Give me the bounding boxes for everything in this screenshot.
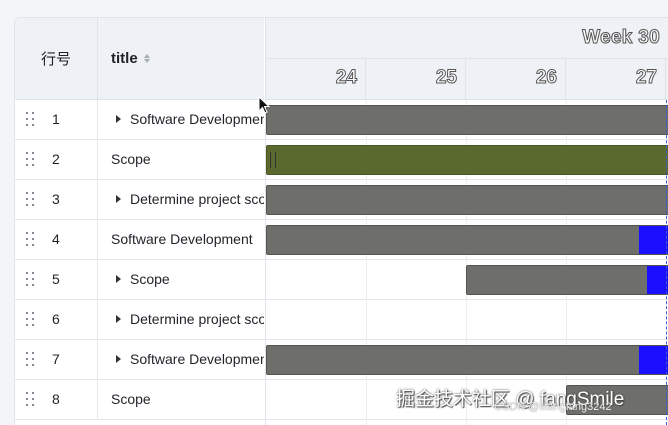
expand-icon[interactable] — [116, 315, 121, 323]
timeline-header: Week 30 24 25 26 27 — [265, 18, 668, 100]
day-cell: 26 — [466, 59, 566, 100]
column-header-row-no[interactable]: 行号 — [15, 18, 98, 99]
drag-handle-icon[interactable] — [26, 272, 36, 288]
expand-icon[interactable] — [116, 275, 121, 283]
progress-fill — [647, 266, 668, 294]
row-number: 5 — [52, 271, 60, 287]
expand-icon[interactable] — [116, 115, 121, 123]
day-cell: 24 — [266, 59, 366, 100]
sort-icon[interactable] — [143, 54, 151, 63]
table-header: 行号 title — [15, 18, 264, 100]
column-header-title[interactable]: title — [98, 18, 264, 99]
row-number: 7 — [52, 351, 60, 367]
row-number: 3 — [52, 191, 60, 207]
expand-icon[interactable] — [116, 355, 121, 363]
task-title: Scope — [111, 151, 151, 167]
week-label: Week 30 — [582, 27, 661, 49]
gantt-timeline-area — [265, 100, 668, 425]
day-scale: 24 25 26 27 — [266, 58, 668, 100]
progress-fill — [639, 346, 668, 374]
resize-handle-icon[interactable] — [270, 152, 276, 168]
day-cell: 25 — [366, 59, 466, 100]
mouse-cursor-icon — [258, 96, 270, 114]
expand-icon[interactable] — [116, 195, 121, 203]
row-number: 6 — [52, 311, 60, 327]
row-number: 8 — [52, 391, 60, 407]
progress-fill — [639, 226, 668, 254]
drag-handle-icon[interactable] — [26, 112, 36, 128]
drag-handle-icon[interactable] — [26, 392, 36, 408]
task-title: Determine project scope — [130, 191, 264, 207]
watermark-sub: CSDN @lifangfang3242 — [494, 401, 612, 413]
task-title: Determine project scope — [130, 311, 264, 327]
task-title: Software Development — [111, 231, 253, 247]
task-title: Software Development — [130, 351, 264, 367]
day-cell: 27 — [566, 59, 666, 100]
row-number: 1 — [52, 111, 60, 127]
gantt-chart: 行号 title Week 30 24 25 26 27 1 Software … — [14, 17, 668, 425]
task-bar[interactable] — [266, 105, 668, 135]
task-bar[interactable] — [266, 145, 668, 175]
drag-handle-icon[interactable] — [26, 192, 36, 208]
drag-handle-icon[interactable] — [26, 312, 36, 328]
row-number: 2 — [52, 151, 60, 167]
task-bar[interactable] — [266, 345, 668, 375]
task-title: Scope — [130, 271, 170, 287]
task-bar[interactable] — [266, 185, 668, 215]
task-title: Software Development — [130, 111, 264, 127]
drag-handle-icon[interactable] — [26, 152, 36, 168]
today-marker — [666, 100, 667, 425]
row-number: 4 — [52, 231, 60, 247]
drag-handle-icon[interactable] — [26, 352, 36, 368]
task-title: Scope — [111, 391, 151, 407]
task-bar[interactable] — [266, 225, 668, 255]
drag-handle-icon[interactable] — [26, 232, 36, 248]
task-bar[interactable] — [466, 265, 668, 295]
